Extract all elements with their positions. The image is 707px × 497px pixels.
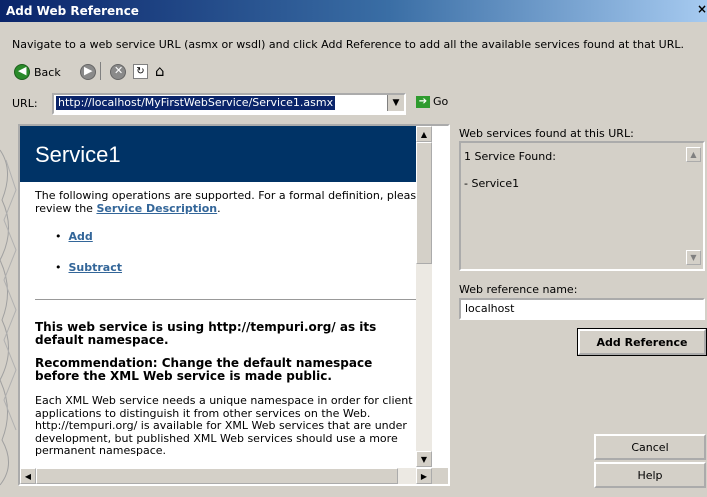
scroll-right-icon[interactable]: ▶ xyxy=(416,468,432,484)
url-combobox[interactable]: http://localhost/MyFirstWebService/Servi… xyxy=(52,93,406,115)
intro-end: . xyxy=(217,202,221,215)
refresh-button[interactable]: ↻ xyxy=(133,64,148,79)
vertical-scrollbar[interactable]: ▲ ▼ xyxy=(416,126,432,467)
close-icon[interactable]: × xyxy=(697,2,707,18)
chevron-down-icon[interactable]: ▼ xyxy=(387,95,404,111)
forward-arrow-icon: ▶ xyxy=(80,64,96,80)
add-operation-link[interactable]: Add xyxy=(69,230,93,243)
service-browser-pane[interactable]: Service1 The following operations are su… xyxy=(18,124,450,486)
list-scroll-down-icon[interactable]: ▼ xyxy=(686,250,701,265)
intro-text: The following operations are supported. … xyxy=(35,189,423,215)
operation-item-subtract[interactable]: • Subtract xyxy=(55,261,122,274)
intro-paragraph: The following operations are supported. … xyxy=(35,189,430,215)
namespace-body-text: Each XML Web service needs a unique name… xyxy=(35,394,413,457)
bullet-icon: • xyxy=(55,261,62,274)
home-button[interactable]: ⌂ xyxy=(155,62,165,80)
found-services-label: Web services found at this URL: xyxy=(459,127,634,140)
found-service-item[interactable]: - Service1 xyxy=(464,177,519,190)
cancel-button[interactable]: Cancel xyxy=(594,434,706,460)
scroll-down-icon[interactable]: ▼ xyxy=(416,451,432,467)
horizontal-scrollbar[interactable]: ◀ ▶ xyxy=(20,468,432,484)
stop-icon: ✕ xyxy=(110,64,126,80)
reference-name-label: Web reference name: xyxy=(459,283,578,296)
window-title: Add Web Reference xyxy=(6,4,139,18)
subtract-operation-link[interactable]: Subtract xyxy=(69,261,123,274)
operation-item-add[interactable]: • Add xyxy=(55,230,93,243)
url-value: http://localhost/MyFirstWebService/Servi… xyxy=(56,96,336,110)
back-label: Back xyxy=(34,65,61,79)
reference-name-input[interactable]: localhost xyxy=(459,298,705,320)
title-bar: Add Web Reference × xyxy=(0,0,707,22)
scroll-corner xyxy=(432,468,448,484)
go-arrow-icon: ➔ xyxy=(416,95,430,108)
back-button[interactable]: ◀ Back xyxy=(14,64,61,80)
add-reference-button[interactable]: Add Reference xyxy=(577,328,707,356)
help-button[interactable]: Help xyxy=(594,462,706,488)
found-count: 1 Service Found: xyxy=(464,150,556,163)
refresh-icon: ↻ xyxy=(133,64,148,79)
service-title: Service1 xyxy=(35,142,121,167)
namespace-heading: This web service is using http://tempuri… xyxy=(35,320,377,347)
found-services-list[interactable]: 1 Service Found: - Service1 ▲ ▼ xyxy=(459,141,705,271)
instruction-text: Navigate to a web service URL (asmx or w… xyxy=(12,38,684,51)
horizontal-scroll-thumb[interactable] xyxy=(36,468,398,484)
url-label: URL: xyxy=(12,97,38,110)
back-arrow-icon: ◀ xyxy=(14,64,30,80)
list-scroll-up-icon[interactable]: ▲ xyxy=(686,147,701,162)
go-label: Go xyxy=(433,95,449,108)
bullet-icon: • xyxy=(55,230,62,243)
stop-button[interactable]: ✕ xyxy=(110,64,126,83)
scroll-up-icon[interactable]: ▲ xyxy=(416,126,432,142)
scroll-left-icon[interactable]: ◀ xyxy=(20,468,36,484)
home-icon: ⌂ xyxy=(155,62,165,80)
reference-name-value: localhost xyxy=(465,302,515,315)
go-button[interactable]: ➔ Go xyxy=(416,95,448,108)
toolbar-divider xyxy=(100,62,101,80)
forward-button[interactable]: ▶ xyxy=(80,64,96,83)
content-divider xyxy=(35,299,425,300)
background-decoration xyxy=(0,149,17,486)
service-description-link[interactable]: Service Description xyxy=(96,202,217,215)
scroll-thumb[interactable] xyxy=(416,142,432,264)
service-header: Service1 xyxy=(20,126,432,182)
recommendation-heading: Recommendation: Change the default names… xyxy=(35,356,373,383)
